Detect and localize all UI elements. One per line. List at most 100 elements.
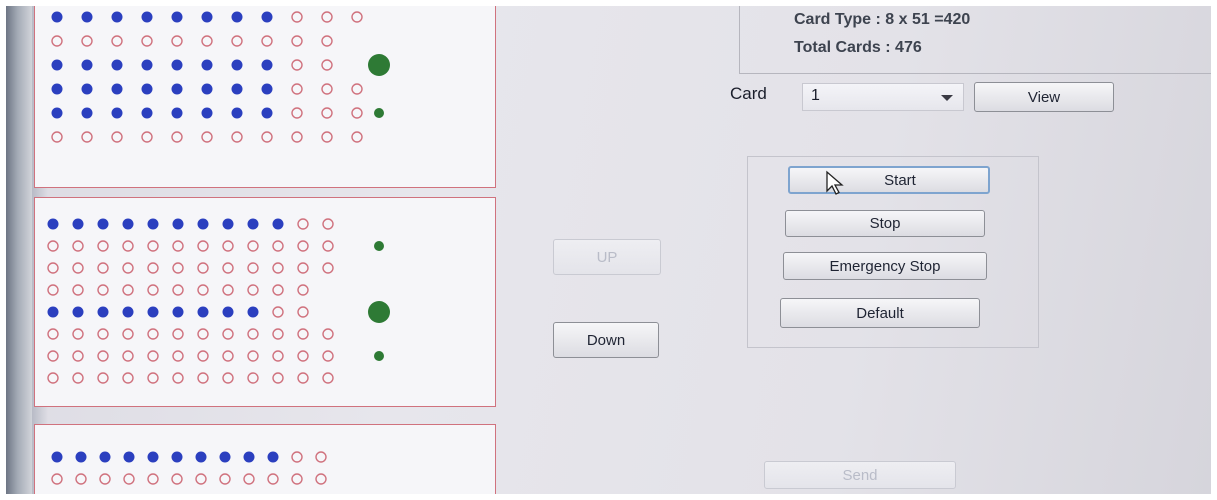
- empty-hole: [122, 284, 134, 296]
- empty-hole: [231, 35, 243, 47]
- empty-hole: [297, 262, 309, 274]
- empty-hole: [172, 240, 184, 252]
- empty-hole: [291, 35, 303, 47]
- empty-hole: [321, 107, 333, 119]
- empty-hole: [47, 284, 59, 296]
- punched-hole: [111, 11, 123, 23]
- start-button[interactable]: Start: [788, 166, 990, 195]
- empty-hole: [97, 262, 109, 274]
- empty-hole: [291, 451, 303, 463]
- punched-hole: [231, 107, 243, 119]
- punched-hole: [81, 83, 93, 95]
- empty-hole: [247, 284, 259, 296]
- emergency-stop-button[interactable]: Emergency Stop: [783, 252, 987, 280]
- empty-hole: [247, 262, 259, 274]
- punched-hole: [261, 83, 273, 95]
- view-button[interactable]: View: [974, 82, 1114, 112]
- punched-hole: [247, 306, 259, 318]
- empty-hole: [97, 372, 109, 384]
- empty-hole: [291, 11, 303, 23]
- punched-hole: [231, 11, 243, 23]
- punched-hole: [81, 11, 93, 23]
- punched-hole: [222, 306, 234, 318]
- punched-hole: [195, 451, 207, 463]
- empty-hole: [322, 328, 334, 340]
- punched-hole: [81, 59, 93, 71]
- default-button[interactable]: Default: [780, 298, 980, 328]
- status-indicator: [374, 351, 384, 361]
- empty-hole: [99, 473, 111, 485]
- empty-hole: [247, 372, 259, 384]
- empty-hole: [222, 328, 234, 340]
- punched-hole: [141, 11, 153, 23]
- punched-hole: [51, 59, 63, 71]
- empty-hole: [219, 473, 231, 485]
- empty-hole: [297, 218, 309, 230]
- empty-hole: [197, 240, 209, 252]
- card-preview-panel: [34, 6, 496, 188]
- card-select[interactable]: 1: [802, 83, 964, 111]
- empty-hole: [222, 284, 234, 296]
- empty-hole: [197, 328, 209, 340]
- empty-hole: [291, 473, 303, 485]
- empty-hole: [272, 262, 284, 274]
- empty-hole: [243, 473, 255, 485]
- empty-hole: [297, 372, 309, 384]
- empty-hole: [247, 328, 259, 340]
- card-hole-grid: [51, 451, 327, 485]
- punched-hole: [99, 451, 111, 463]
- empty-hole: [147, 262, 159, 274]
- empty-hole: [201, 131, 213, 143]
- empty-hole: [272, 240, 284, 252]
- empty-hole: [122, 262, 134, 274]
- screen: UP Down Card Type : 8 x 51 =420 Total Ca…: [6, 6, 1211, 494]
- mouse-pointer-icon: [826, 170, 844, 195]
- punched-hole: [47, 306, 59, 318]
- empty-hole: [122, 350, 134, 362]
- empty-hole: [351, 83, 363, 95]
- empty-hole: [197, 350, 209, 362]
- punched-hole: [97, 306, 109, 318]
- punched-hole: [171, 107, 183, 119]
- empty-hole: [272, 328, 284, 340]
- empty-hole: [141, 35, 153, 47]
- down-button[interactable]: Down: [553, 322, 659, 358]
- empty-hole: [322, 372, 334, 384]
- punched-hole: [141, 107, 153, 119]
- empty-hole: [315, 451, 327, 463]
- empty-hole: [172, 350, 184, 362]
- monitor-bezel: [6, 6, 32, 494]
- punched-hole: [141, 83, 153, 95]
- empty-hole: [51, 473, 63, 485]
- punched-hole: [47, 218, 59, 230]
- empty-hole: [171, 473, 183, 485]
- punched-hole: [51, 107, 63, 119]
- empty-hole: [321, 83, 333, 95]
- empty-hole: [322, 350, 334, 362]
- punched-hole: [197, 218, 209, 230]
- empty-hole: [297, 328, 309, 340]
- empty-hole: [222, 240, 234, 252]
- punched-hole: [147, 218, 159, 230]
- empty-hole: [81, 35, 93, 47]
- chevron-down-icon[interactable]: [941, 95, 953, 101]
- punched-hole: [172, 306, 184, 318]
- punched-hole: [231, 59, 243, 71]
- send-button[interactable]: Send: [764, 461, 956, 489]
- stop-button[interactable]: Stop: [785, 210, 985, 237]
- empty-hole: [147, 284, 159, 296]
- punched-hole: [171, 11, 183, 23]
- punched-hole: [97, 218, 109, 230]
- card-select-label: Card: [730, 84, 767, 103]
- empty-hole: [123, 473, 135, 485]
- punched-hole: [243, 451, 255, 463]
- start-button-label: Start: [884, 171, 916, 189]
- empty-hole: [291, 131, 303, 143]
- empty-hole: [197, 372, 209, 384]
- punched-hole: [72, 218, 84, 230]
- punched-hole: [261, 107, 273, 119]
- empty-hole: [172, 372, 184, 384]
- up-button[interactable]: UP: [553, 239, 661, 275]
- punched-hole: [75, 451, 87, 463]
- empty-hole: [47, 372, 59, 384]
